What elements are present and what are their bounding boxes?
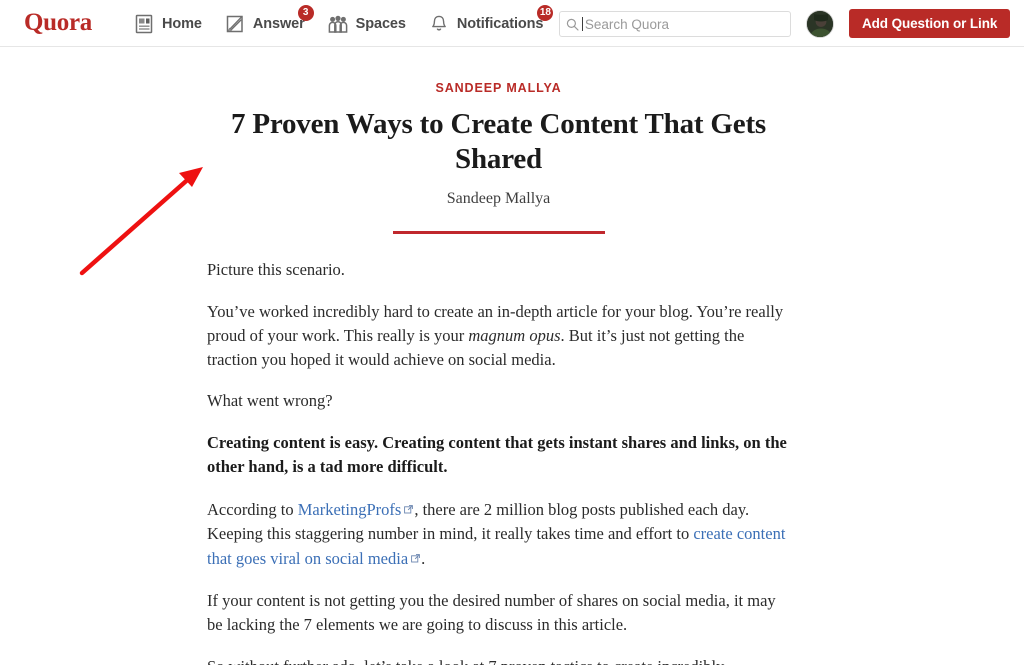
page-title: 7 Proven Ways to Create Content That Get… bbox=[231, 108, 766, 176]
nav-label-notifications: Notifications bbox=[456, 15, 544, 32]
pencil-square-icon bbox=[224, 13, 246, 35]
article-container: SANDEEP MALLYA 7 Proven Ways to Create C… bbox=[207, 47, 790, 665]
nav-label-answer: Answer bbox=[252, 15, 305, 32]
nav-item-answer[interactable]: Answer 3 bbox=[224, 0, 314, 47]
nav-label-home: Home bbox=[162, 15, 202, 32]
link-marketingprofs[interactable]: MarketingProfs bbox=[298, 500, 402, 519]
red-arrow-annotation bbox=[79, 167, 203, 276]
paragraph-6: If your content is not getting you the d… bbox=[207, 590, 776, 634]
bell-icon bbox=[428, 13, 450, 35]
home-feed-icon bbox=[133, 13, 155, 35]
paragraph-5-text-a: According to bbox=[207, 500, 298, 520]
add-question-or-link-button[interactable]: Add Question or Link bbox=[849, 9, 1011, 38]
text-cursor bbox=[582, 17, 583, 31]
paragraph-1: Picture this scenario. bbox=[207, 259, 345, 279]
title-divider bbox=[392, 230, 605, 234]
search-input[interactable] bbox=[584, 16, 784, 32]
answer-count-badge: 3 bbox=[297, 5, 314, 21]
paragraph-7: So without further ado, let’s take a loo… bbox=[207, 655, 790, 665]
external-link-icon bbox=[411, 546, 421, 563]
paragraph-2-emphasis: magnum opus bbox=[468, 325, 561, 345]
nav-item-notifications[interactable]: Notifications 18 bbox=[428, 0, 554, 47]
paragraph-4-bold: Creating content is easy. Creating conte… bbox=[207, 433, 787, 477]
quora-logo[interactable]: Quora bbox=[24, 8, 92, 38]
paragraph-5-text-c: . bbox=[421, 549, 426, 569]
avatar[interactable] bbox=[806, 10, 834, 38]
paragraph-5: According to MarketingProfs, there are 2… bbox=[207, 497, 790, 571]
top-navigation-bar: Quora Home Answer 3 Spaces Notifications… bbox=[0, 0, 1024, 47]
external-link-icon bbox=[404, 497, 414, 514]
paragraph-2: You’ve worked incredibly hard to create … bbox=[207, 300, 790, 372]
notifications-count-badge: 18 bbox=[537, 5, 554, 21]
paragraph-3: What went wrong? bbox=[207, 391, 333, 411]
search-icon bbox=[566, 18, 579, 31]
nav-label-spaces: Spaces bbox=[355, 15, 406, 32]
article-body: Picture this scenario. You’ve worked inc… bbox=[207, 258, 790, 665]
article-byline: Sandeep Mallya bbox=[446, 189, 551, 207]
people-group-icon bbox=[327, 13, 349, 35]
search-box[interactable] bbox=[559, 11, 791, 37]
nav-item-home[interactable]: Home bbox=[133, 0, 202, 47]
main-nav: Home Answer 3 Spaces Notifications 18 bbox=[133, 0, 565, 47]
nav-item-spaces[interactable]: Spaces bbox=[327, 0, 406, 47]
article-kicker: SANDEEP MALLYA bbox=[435, 81, 562, 95]
article-page: SANDEEP MALLYA 7 Proven Ways to Create C… bbox=[0, 47, 1024, 665]
